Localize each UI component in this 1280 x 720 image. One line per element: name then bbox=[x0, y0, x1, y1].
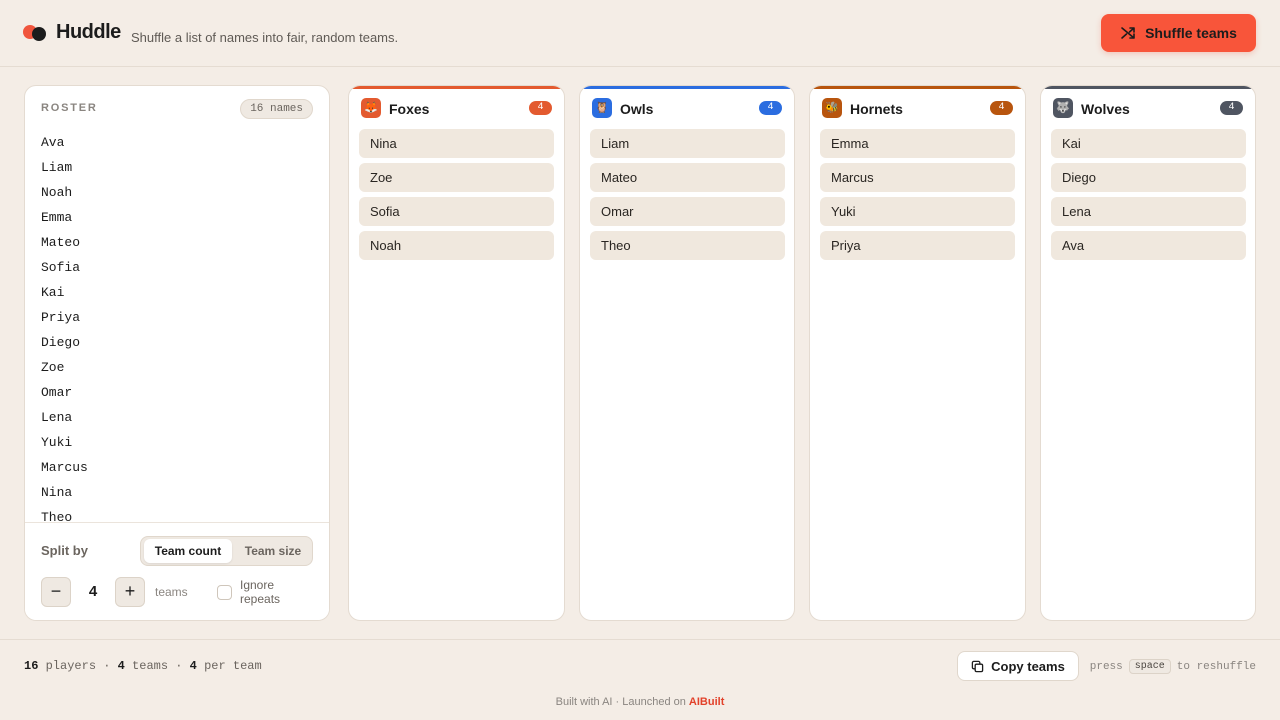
roster-name: Noah bbox=[41, 185, 73, 200]
team-name: Foxes bbox=[389, 101, 430, 117]
shuffle-teams-label: Shuffle teams bbox=[1145, 25, 1237, 41]
decrement-button[interactable]: − bbox=[41, 577, 71, 607]
team-accent-bar bbox=[1041, 86, 1255, 89]
team-member[interactable]: Nina bbox=[359, 129, 554, 158]
copy-teams-label: Copy teams bbox=[991, 658, 1065, 674]
team-member[interactable]: Priya bbox=[820, 231, 1015, 260]
team-member[interactable]: Omar bbox=[590, 197, 785, 226]
per-team-count: 4 bbox=[189, 659, 197, 673]
team-members: Nina Zoe Sofia Noah bbox=[359, 129, 554, 265]
logo-icon bbox=[23, 25, 47, 43]
split-option-team-size[interactable]: Team size bbox=[235, 539, 311, 563]
wolf-icon: 🐺 bbox=[1053, 98, 1073, 118]
team-count-badge: 4 bbox=[529, 101, 552, 115]
credits-text: Built with AI · Launched on bbox=[555, 696, 686, 708]
team-card-hornets: 🐝 Hornets 4 Emma Marcus Yuki Priya bbox=[809, 85, 1026, 621]
copy-icon bbox=[971, 660, 984, 672]
credits-brand-link[interactable]: AIBuilt bbox=[689, 696, 724, 708]
roster-name: Diego bbox=[41, 335, 81, 350]
roster-name: Priya bbox=[41, 310, 81, 325]
team-member[interactable]: Kai bbox=[1051, 129, 1246, 158]
team-accent-bar bbox=[349, 86, 564, 89]
team-member[interactable]: Marcus bbox=[820, 163, 1015, 192]
teams-label: teams bbox=[132, 659, 169, 673]
roster-name: Kai bbox=[41, 285, 65, 300]
app-title: Huddle bbox=[56, 21, 121, 43]
roster-name: Zoe bbox=[41, 360, 65, 375]
roster-name: Ava bbox=[41, 135, 65, 150]
team-member[interactable]: Emma bbox=[820, 129, 1015, 158]
split-option-team-count[interactable]: Team count bbox=[144, 539, 232, 563]
owl-icon: 🦉 bbox=[592, 98, 612, 118]
roster-name: Nina bbox=[41, 485, 73, 500]
roster-names-textarea[interactable]: Ava Liam Noah Emma Mateo Sofia Kai Priya… bbox=[41, 130, 311, 522]
split-controls: Split by Team count Team size − 4 + team… bbox=[25, 522, 329, 620]
keyboard-hint: press space to reshuffle bbox=[1090, 659, 1256, 674]
team-stats: 16 players · 4 teams · 4 per team bbox=[24, 659, 262, 673]
team-member[interactable]: Noah bbox=[359, 231, 554, 260]
team-count-badge: 4 bbox=[759, 101, 782, 115]
roster-count-badge: 16 names bbox=[240, 99, 313, 119]
split-by-label: Split by bbox=[41, 543, 88, 558]
roster-name: Lena bbox=[41, 410, 73, 425]
fox-icon: 🦊 bbox=[361, 98, 381, 118]
team-count-badge: 4 bbox=[990, 101, 1013, 115]
roster-name: Mateo bbox=[41, 235, 81, 250]
team-name: Wolves bbox=[1081, 101, 1130, 117]
team-card-wolves: 🐺 Wolves 4 Kai Diego Lena Ava bbox=[1040, 85, 1256, 621]
ignore-repeats-checkbox[interactable] bbox=[217, 585, 232, 600]
team-accent-bar bbox=[580, 86, 794, 89]
team-member[interactable]: Sofia bbox=[359, 197, 554, 226]
team-name: Hornets bbox=[850, 101, 903, 117]
roster-name: Liam bbox=[41, 160, 73, 175]
hornet-icon: 🐝 bbox=[822, 98, 842, 118]
players-count: 16 bbox=[24, 659, 39, 673]
team-member[interactable]: Mateo bbox=[590, 163, 785, 192]
team-member[interactable]: Liam bbox=[590, 129, 785, 158]
team-card-owls: 🦉 Owls 4 Liam Mateo Omar Theo bbox=[579, 85, 795, 621]
shuffle-teams-button[interactable]: Shuffle teams bbox=[1101, 14, 1256, 52]
hint-suffix: to reshuffle bbox=[1176, 660, 1256, 673]
team-member[interactable]: Zoe bbox=[359, 163, 554, 192]
status-bar: 16 players · 4 teams · 4 per team Copy t… bbox=[0, 639, 1280, 720]
space-key: space bbox=[1128, 659, 1171, 674]
team-members: Emma Marcus Yuki Priya bbox=[820, 129, 1015, 265]
teams-count: 4 bbox=[117, 659, 125, 673]
shuffle-icon bbox=[1121, 27, 1135, 39]
players-label: players bbox=[45, 659, 97, 673]
team-members: Liam Mateo Omar Theo bbox=[590, 129, 785, 265]
team-count-value: 4 bbox=[88, 583, 98, 600]
roster-name: Theo bbox=[41, 510, 73, 522]
per-team-label: per team bbox=[204, 659, 262, 673]
team-member[interactable]: Ava bbox=[1051, 231, 1246, 260]
app-header: Huddle Shuffle a list of names into fair… bbox=[0, 0, 1280, 67]
roster-panel: ROSTER 16 names Ava Liam Noah Emma Mateo… bbox=[24, 85, 330, 621]
team-member[interactable]: Yuki bbox=[820, 197, 1015, 226]
roster-name: Yuki bbox=[41, 435, 73, 450]
roster-name: Sofia bbox=[41, 260, 81, 275]
roster-name: Omar bbox=[41, 385, 73, 400]
team-members: Kai Diego Lena Ava bbox=[1051, 129, 1246, 265]
stepper-unit-label: teams bbox=[155, 585, 188, 599]
roster-label: ROSTER bbox=[41, 102, 98, 114]
team-count-badge: 4 bbox=[1220, 101, 1243, 115]
team-card-foxes: 🦊 Foxes 4 Nina Zoe Sofia Noah bbox=[348, 85, 565, 621]
app-tagline: Shuffle a list of names into fair, rando… bbox=[131, 30, 399, 45]
hint-prefix: press bbox=[1089, 660, 1123, 673]
ignore-repeats-label: Ignore repeats bbox=[240, 578, 281, 606]
roster-name: Emma bbox=[41, 210, 73, 225]
split-mode-toggle: Team count Team size bbox=[140, 536, 313, 566]
credits: Built with AI · Launched on AIBuilt bbox=[0, 696, 1280, 708]
team-member[interactable]: Diego bbox=[1051, 163, 1246, 192]
team-member[interactable]: Lena bbox=[1051, 197, 1246, 226]
roster-name: Marcus bbox=[41, 460, 88, 475]
copy-teams-button[interactable]: Copy teams bbox=[957, 651, 1079, 681]
increment-button[interactable]: + bbox=[115, 577, 145, 607]
team-member[interactable]: Theo bbox=[590, 231, 785, 260]
team-name: Owls bbox=[620, 101, 654, 117]
team-accent-bar bbox=[810, 86, 1025, 89]
